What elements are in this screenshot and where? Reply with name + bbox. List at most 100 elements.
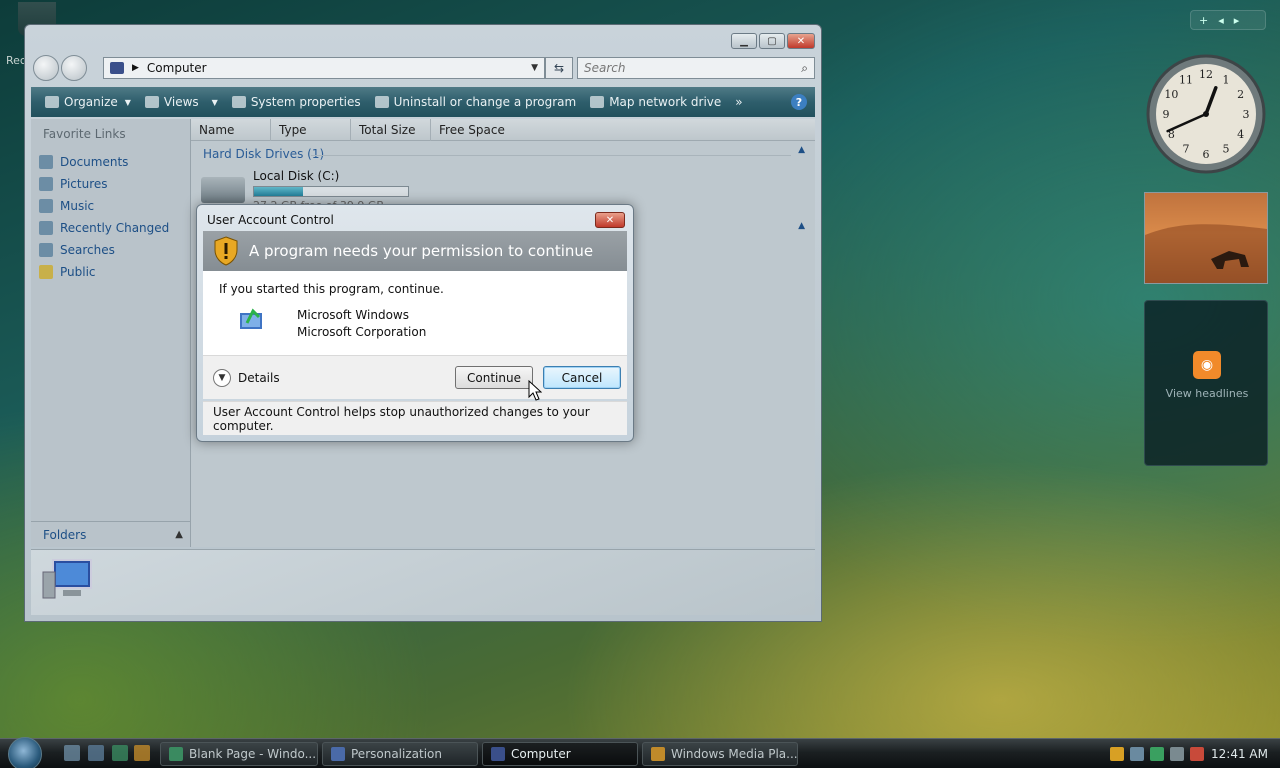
slideshow-gadget[interactable] bbox=[1144, 192, 1268, 284]
computer-icon bbox=[110, 62, 124, 74]
command-toolbar: Organize ▼ Views ▼ System properties Uni… bbox=[31, 87, 815, 117]
chevron-up-icon[interactable]: ▲ bbox=[798, 145, 805, 155]
maximize-button[interactable]: ▢ bbox=[759, 33, 785, 49]
rss-icon: ◉ bbox=[1193, 351, 1221, 379]
volume-muted-icon[interactable] bbox=[1190, 747, 1204, 761]
sidebar-gadget-controls: + ◂ ▸ bbox=[1190, 10, 1266, 30]
documents-icon bbox=[39, 155, 53, 169]
personalization-icon bbox=[331, 747, 345, 761]
folders-toggle[interactable]: Folders ▲ bbox=[31, 521, 191, 547]
feed-headlines-gadget[interactable]: ◉ View headlines bbox=[1144, 300, 1268, 466]
navigation-bar: ▶ Computer ▼ ⇆ Search ⌕ bbox=[33, 55, 815, 81]
sidebar-icon[interactable] bbox=[1130, 747, 1144, 761]
chevron-right-icon[interactable]: ▸ bbox=[1234, 14, 1240, 27]
network-icon[interactable] bbox=[1150, 747, 1164, 761]
display-icon[interactable] bbox=[1170, 747, 1184, 761]
details-pane bbox=[31, 549, 815, 615]
drive-name[interactable]: Local Disk (C:) bbox=[253, 169, 339, 183]
back-button[interactable] bbox=[33, 55, 59, 81]
chevron-down-icon: ▼ bbox=[124, 97, 131, 107]
more-commands-button[interactable]: » bbox=[729, 90, 748, 114]
column-header-name[interactable]: Name bbox=[191, 119, 271, 141]
close-button[interactable]: ✕ bbox=[787, 33, 815, 49]
uac-footer-text: User Account Control helps stop unauthor… bbox=[203, 401, 627, 435]
clock-numeral: 3 bbox=[1243, 108, 1250, 121]
column-header-total-size[interactable]: Total Size bbox=[351, 119, 431, 141]
taskbar-clock[interactable]: 12:41 AM bbox=[1211, 747, 1268, 761]
address-text: Computer bbox=[146, 61, 207, 75]
task-label: Blank Page - Windo... bbox=[189, 747, 317, 761]
public-folder-icon bbox=[39, 265, 53, 279]
drive-usage-bar bbox=[253, 186, 409, 197]
cancel-button[interactable]: Cancel bbox=[543, 366, 621, 389]
chevron-down-icon: ▼ bbox=[211, 97, 218, 107]
favorite-links-heading: Favorite Links bbox=[43, 127, 126, 141]
details-label: Details bbox=[238, 371, 280, 385]
breadcrumb-arrow-icon[interactable]: ▶ bbox=[132, 63, 139, 73]
forward-button[interactable] bbox=[61, 55, 87, 81]
program-icon bbox=[240, 308, 262, 329]
mouse-cursor-icon bbox=[528, 380, 542, 401]
group-divider bbox=[311, 155, 791, 156]
sidebar-item-pictures[interactable]: Pictures bbox=[39, 173, 169, 195]
taskbar-button-personalization[interactable]: Personalization bbox=[322, 742, 478, 766]
chevron-up-icon[interactable]: ▲ bbox=[798, 221, 805, 231]
clock-numeral: 4 bbox=[1237, 128, 1244, 141]
clock-gadget[interactable]: 1234567891011 12 bbox=[1144, 52, 1268, 176]
shield-icon bbox=[214, 236, 238, 266]
sidebar-item-public[interactable]: Public bbox=[39, 261, 169, 283]
system-properties-button[interactable]: System properties bbox=[226, 90, 367, 114]
show-desktop-icon[interactable] bbox=[64, 745, 80, 761]
uac-close-button[interactable]: ✕ bbox=[595, 212, 625, 228]
uninstall-program-button[interactable]: Uninstall or change a program bbox=[369, 90, 583, 114]
network-drive-icon bbox=[590, 96, 605, 108]
chevron-up-icon: ▲ bbox=[175, 529, 183, 540]
add-gadget-icon[interactable]: + bbox=[1199, 14, 1208, 27]
column-header-type[interactable]: Type bbox=[271, 119, 351, 141]
column-header-free-space[interactable]: Free Space bbox=[431, 119, 511, 141]
start-button[interactable] bbox=[8, 737, 42, 768]
view-headlines-label[interactable]: View headlines bbox=[1145, 387, 1269, 400]
task-label: Windows Media Pla... bbox=[671, 747, 798, 761]
column-headers: Name Type Total Size Free Space bbox=[191, 119, 815, 141]
continue-button[interactable]: Continue bbox=[455, 366, 533, 389]
search-input[interactable]: Search ⌕ bbox=[577, 57, 815, 79]
views-icon bbox=[144, 96, 159, 108]
organize-button[interactable]: Organize ▼ bbox=[39, 90, 137, 114]
uac-action-bar: ▼ Details Continue Cancel bbox=[203, 355, 627, 399]
taskbar-button-computer[interactable]: Computer bbox=[482, 742, 638, 766]
map-network-drive-button[interactable]: Map network drive bbox=[584, 90, 727, 114]
hard-disk-icon[interactable] bbox=[201, 177, 245, 203]
help-icon[interactable]: ? bbox=[791, 94, 807, 110]
program-publisher: Microsoft Corporation bbox=[297, 325, 427, 339]
search-icon[interactable]: ⌕ bbox=[801, 61, 808, 76]
group-header-hard-disks[interactable]: Hard Disk Drives (1) bbox=[203, 147, 324, 161]
uninstall-icon bbox=[374, 96, 389, 108]
refresh-button[interactable]: ⇆ bbox=[545, 57, 573, 79]
address-dropdown-icon[interactable]: ▼ bbox=[531, 63, 538, 73]
sidebar-item-recently-changed[interactable]: Recently Changed bbox=[39, 217, 169, 239]
minimize-button[interactable]: ▁ bbox=[731, 33, 757, 49]
sidebar-item-label: Public bbox=[60, 265, 96, 279]
notification-area: 12:41 AM bbox=[1110, 742, 1274, 766]
switch-windows-icon[interactable] bbox=[88, 745, 104, 761]
chevron-down-icon: ▼ bbox=[213, 369, 231, 387]
sidebar-item-music[interactable]: Music bbox=[39, 195, 169, 217]
views-label: Views bbox=[163, 95, 199, 109]
security-shield-icon[interactable] bbox=[1110, 747, 1124, 761]
clock-numeral: 11 bbox=[1179, 73, 1193, 86]
media-player-icon[interactable] bbox=[134, 745, 150, 761]
uac-body: If you started this program, continue. M… bbox=[203, 271, 627, 355]
address-bar[interactable]: ▶ Computer ▼ bbox=[103, 57, 545, 79]
taskbar-button-media-player[interactable]: Windows Media Pla... bbox=[642, 742, 798, 766]
chevron-left-icon[interactable]: ◂ bbox=[1218, 14, 1224, 27]
details-toggle[interactable]: ▼ Details bbox=[213, 369, 280, 387]
sidebar-item-searches[interactable]: Searches bbox=[39, 239, 169, 261]
clock-numeral: 12 bbox=[1199, 68, 1213, 81]
views-button[interactable]: Views ▼ bbox=[139, 90, 224, 114]
uac-intro-text: If you started this program, continue. bbox=[219, 282, 444, 296]
taskbar-button-blank-page[interactable]: Blank Page - Windo... bbox=[160, 742, 318, 766]
sidebar-item-documents[interactable]: Documents bbox=[39, 151, 169, 173]
taskbar: Blank Page - Windo... Personalization Co… bbox=[0, 737, 1280, 768]
internet-explorer-icon[interactable] bbox=[112, 745, 128, 761]
